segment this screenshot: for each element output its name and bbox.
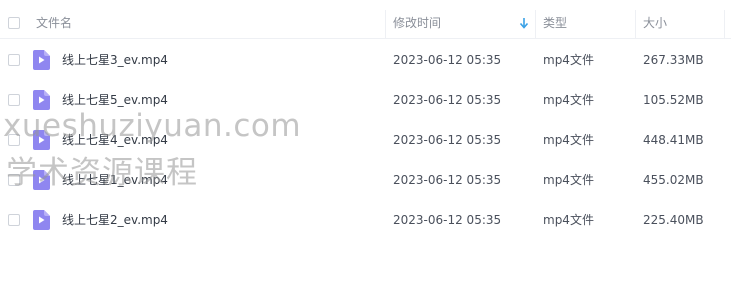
column-divider[interactable]: [635, 10, 636, 38]
file-size: 455.02MB: [643, 173, 704, 187]
column-header-modified[interactable]: 修改时间: [393, 8, 441, 38]
row-checkbox[interactable]: [8, 94, 20, 106]
file-size: 225.40MB: [643, 213, 704, 227]
file-size: 267.33MB: [643, 53, 704, 67]
file-type: mp4文件: [543, 213, 594, 227]
file-modified-time: 2023-06-12 05:35: [393, 93, 502, 107]
file-size: 448.41MB: [643, 133, 704, 147]
file-modified-time: 2023-06-12 05:35: [393, 213, 502, 227]
file-type: mp4文件: [543, 93, 594, 107]
file-modified-time: 2023-06-12 05:35: [393, 173, 502, 187]
video-file-icon: [33, 210, 50, 230]
file-type: mp4文件: [543, 133, 594, 147]
column-header-name[interactable]: 文件名: [36, 8, 72, 38]
file-name[interactable]: 线上七星3_ev.mp4: [62, 40, 168, 80]
file-size: 105.52MB: [643, 93, 704, 107]
file-type: mp4文件: [543, 173, 594, 187]
row-checkbox[interactable]: [8, 54, 20, 66]
table-row[interactable]: 线上七星2_ev.mp4 2023-06-12 05:35 mp4文件 225.…: [0, 200, 731, 240]
table-header: 文件名 修改时间 类型 大小: [0, 8, 731, 39]
sort-descending-icon[interactable]: [519, 17, 529, 29]
file-name[interactable]: 线上七星2_ev.mp4: [62, 200, 168, 240]
file-modified-time: 2023-06-12 05:35: [393, 53, 502, 67]
row-checkbox[interactable]: [8, 214, 20, 226]
column-divider[interactable]: [724, 10, 725, 38]
file-list-panel: 文件名 修改时间 类型 大小 线上七星3_ev.mp4 2023-06-12 0…: [0, 0, 731, 295]
video-file-icon: [33, 50, 50, 70]
column-header-size[interactable]: 大小: [643, 8, 667, 38]
video-file-icon: [33, 90, 50, 110]
table-row[interactable]: 线上七星3_ev.mp4 2023-06-12 05:35 mp4文件 267.…: [0, 40, 731, 80]
watermark-url: xueshuziyuan.com: [3, 108, 302, 144]
column-header-type[interactable]: 类型: [543, 8, 567, 38]
file-type: mp4文件: [543, 53, 594, 67]
select-all-checkbox[interactable]: [8, 17, 20, 29]
file-modified-time: 2023-06-12 05:35: [393, 133, 502, 147]
column-divider[interactable]: [385, 10, 386, 38]
watermark-text: 学术资源课程: [6, 155, 198, 191]
column-divider[interactable]: [535, 10, 536, 38]
